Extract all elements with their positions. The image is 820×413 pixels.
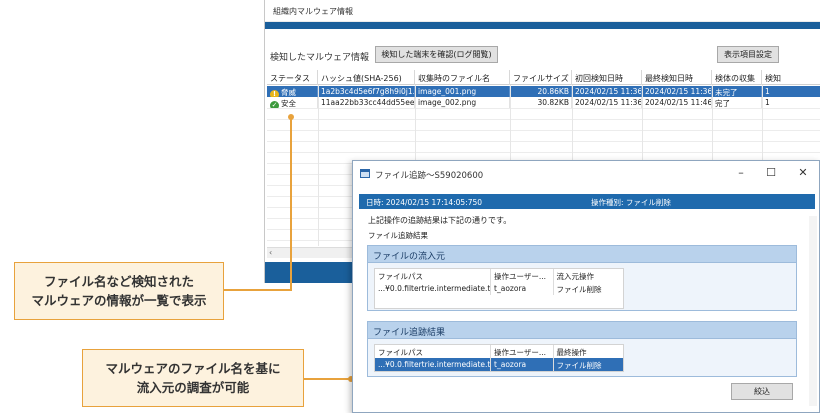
table-header-row: ファイルパス 操作ユーザー... 流入元操作 [375, 269, 623, 282]
filepath-cell: ...¥0.0.filtertrie.intermediate.txt [375, 282, 492, 295]
minimize-icon[interactable]: – [731, 165, 751, 181]
column-header-hash[interactable]: ハッシュ値(SHA-256) [318, 70, 415, 85]
column-header-filepath[interactable]: ファイルパス [375, 269, 492, 282]
first-detected-cell: 2024/02/15 11:36 [572, 97, 642, 108]
info-operation: 操作種別: ファイル削除 [591, 198, 671, 207]
column-header-source-op[interactable]: 流入元操作 [553, 269, 623, 282]
collection-cell: 完了 [712, 97, 762, 108]
column-header-count[interactable]: 検知 [762, 70, 820, 85]
callout-line: マルウェアの情報が一覧で表示 [31, 293, 207, 308]
window-title: 組織内マルウェア情報 [265, 0, 820, 22]
column-header-status[interactable]: ステータス [267, 70, 318, 85]
table-row[interactable]: ...¥0.0.filtertrie.intermediate.txt t_ao… [375, 282, 623, 295]
scroll-left-icon[interactable]: ‹ [269, 248, 272, 257]
table-row[interactable]: ✓ 安全 11aa22bb33cc44dd55ee... image_002.pn… [267, 97, 820, 108]
file-tracking-dialog: ファイル追跡～S59020600 – ☐ ✕ 日時: 2024/02/15 17… [352, 160, 820, 413]
horizontal-scrollbar[interactable]: ‹ [267, 247, 357, 258]
count-cell: 1 [762, 86, 820, 97]
column-header-size[interactable]: ファイルサイズ [510, 70, 572, 85]
result-message: 上記操作の追跡結果は下記の通りです。 [368, 216, 512, 225]
first-detected-cell: 2024/02/15 11:36 [572, 86, 642, 97]
check-terminals-button[interactable]: 検知した端末を確認(ログ閲覧) [375, 46, 498, 63]
filepath-cell: ...¥0.0.filtertrie.intermediate.txt [375, 358, 492, 371]
window-app-icon [360, 169, 370, 178]
section-title: 検知したマルウェア情報 [270, 53, 370, 63]
column-header-last-op[interactable]: 最終操作 [553, 345, 623, 358]
tracking-group: ファイル追跡結果 ファイルパス 操作ユーザー... 最終操作 ...¥0.0.f… [367, 321, 797, 377]
filename-cell: image_001.png [415, 86, 510, 97]
result-subheading: ファイル追跡結果 [368, 231, 428, 240]
user-cell: t_aozora [491, 282, 554, 295]
close-icon[interactable]: ✕ [793, 165, 813, 181]
grid-header: ステータス ハッシュ値(SHA-256) 収集時のファイル名 ファイルサイズ 初… [267, 70, 820, 85]
info-datetime: 日時: 2024/02/15 17:14:05:750 [366, 198, 483, 207]
grid-divider [318, 85, 319, 246]
callout-line: ファイル名など検知された [43, 274, 194, 289]
status-cell: ! 脅威 [267, 86, 318, 97]
callout-line: 流入元の調査が可能 [136, 380, 250, 395]
callout-line: マルウェアのファイル名を基に [105, 361, 281, 376]
display-settings-button[interactable]: 表示項目設定 [717, 46, 779, 63]
tracking-group-title: ファイル追跡結果 [368, 322, 796, 339]
empty-row [375, 295, 623, 308]
column-header-user[interactable]: 操作ユーザー... [491, 269, 554, 282]
source-group: ファイルの流入元 ファイルパス 操作ユーザー... 流入元操作 ...¥0.0.… [367, 245, 797, 311]
callout-source-investigation: マルウェアのファイル名を基に 流入元の調査が可能 [82, 349, 304, 407]
operation-cell: ファイル削除 [556, 285, 602, 294]
dialog-title: ファイル追跡～S59020600 [375, 171, 484, 181]
callout-list-display: ファイル名など検知された マルウェアの情報が一覧で表示 [14, 262, 224, 320]
vertical-scrollbar[interactable] [809, 216, 817, 406]
toolbar: 検知したマルウェア情報 検知した端末を確認(ログ閲覧) 表示項目設定 [265, 42, 820, 66]
source-group-title: ファイルの流入元 [368, 246, 796, 263]
hash-cell: 1a2b3c4d5e6f7g8h9i0j1... [318, 86, 415, 97]
table-header-row: ファイルパス 操作ユーザー... 最終操作 [375, 345, 623, 358]
user-cell: t_aozora [491, 358, 554, 371]
count-cell: 1 [762, 97, 820, 108]
callout-connector [224, 289, 292, 291]
status-cell: ✓ 安全 [267, 97, 318, 108]
callout-connector [290, 117, 292, 291]
info-bar: 日時: 2024/02/15 17:14:05:750 操作種別: ファイル削除 [359, 194, 815, 209]
column-header-last-detected[interactable]: 最終検知日時 [642, 70, 712, 85]
callout-connector [304, 378, 352, 380]
column-header-filename[interactable]: 収集時のファイル名 [415, 70, 510, 85]
dialog-titlebar: ファイル追跡～S59020600 – ☐ ✕ [353, 161, 819, 186]
filename-cell: image_002.png [415, 97, 510, 108]
column-header-first-detected[interactable]: 初回検知日時 [572, 70, 642, 85]
collection-cell: 未完了 [712, 86, 762, 97]
hash-cell: 11aa22bb33cc44dd55ee... [318, 97, 415, 108]
filter-button[interactable]: 絞込 [731, 383, 793, 400]
maximize-icon[interactable]: ☐ [761, 165, 781, 181]
last-detected-cell: 2024/02/15 11:46 [642, 97, 712, 108]
source-table: ファイルパス 操作ユーザー... 流入元操作 ...¥0.0.filtertri… [374, 268, 624, 309]
check-icon: ✓ [270, 101, 279, 108]
size-cell: 20.86KB [510, 86, 572, 97]
size-cell: 30.82KB [510, 97, 572, 108]
table-row[interactable]: ...¥0.0.filtertrie.intermediate.txt t_ao… [375, 358, 623, 371]
column-header-user[interactable]: 操作ユーザー... [491, 345, 554, 358]
column-header-collection[interactable]: 検体の収集 [712, 70, 762, 85]
header-band [265, 22, 820, 29]
tracking-table: ファイルパス 操作ユーザー... 最終操作 ...¥0.0.filtertrie… [374, 344, 624, 372]
warning-icon: ! [270, 90, 279, 97]
table-row[interactable]: ! 脅威 1a2b3c4d5e6f7g8h9i0j1... image_001.p… [267, 86, 820, 97]
operation-cell: ファイル削除 [556, 361, 602, 370]
last-detected-cell: 2024/02/15 11:36 [642, 86, 712, 97]
column-header-filepath[interactable]: ファイルパス [375, 345, 492, 358]
